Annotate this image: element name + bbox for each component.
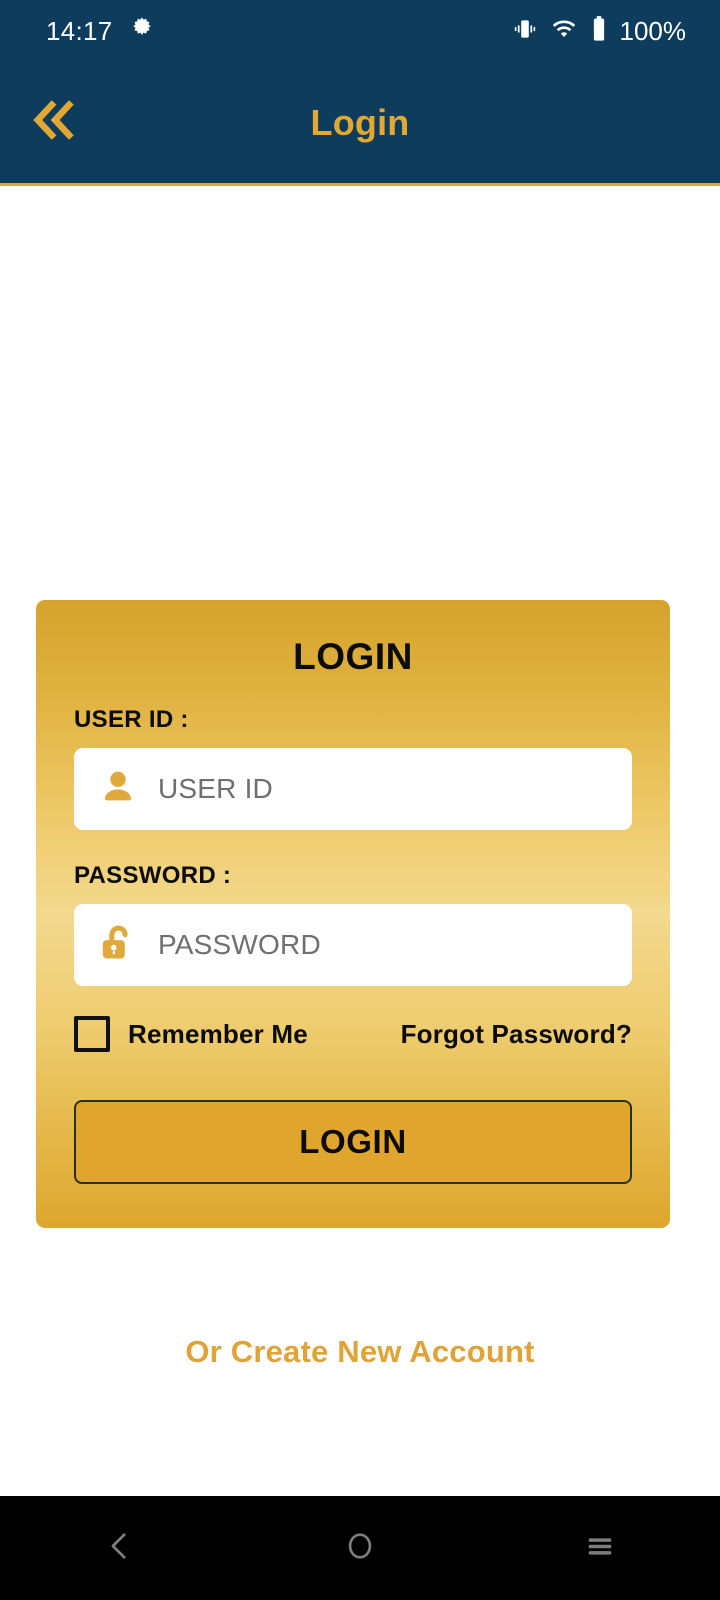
login-options-row: Remember Me Forgot Password? xyxy=(74,1016,632,1052)
page-content: LOGIN USER ID : USER ID PASSWORD : PASSW… xyxy=(0,186,720,1496)
userid-label: USER ID : xyxy=(74,706,189,733)
unlocked-padlock-icon xyxy=(98,922,138,969)
status-bar-clock: 14:17 xyxy=(46,15,113,46)
nav-home-button[interactable] xyxy=(300,1496,420,1600)
wifi-icon xyxy=(550,16,578,47)
gear-icon xyxy=(129,16,155,47)
login-submit-label: LOGIN xyxy=(299,1123,407,1160)
app-header: Login xyxy=(0,62,720,186)
chevron-left-icon xyxy=(103,1529,137,1568)
status-bar-right: 100% xyxy=(512,15,687,48)
android-nav-bar xyxy=(0,1496,720,1600)
login-submit-button[interactable]: LOGIN xyxy=(74,1100,632,1184)
back-button[interactable] xyxy=(22,91,86,155)
password-placeholder: PASSWORD xyxy=(158,929,321,960)
login-card: LOGIN USER ID : USER ID PASSWORD : PASSW… xyxy=(36,600,670,1228)
login-card-title: LOGIN xyxy=(293,636,413,677)
remember-me-toggle[interactable]: Remember Me xyxy=(74,1016,308,1052)
nav-back-button[interactable] xyxy=(60,1496,180,1600)
status-bar: 14:17 100% xyxy=(0,0,720,62)
vibrate-icon xyxy=(512,16,538,47)
remember-me-label: Remember Me xyxy=(128,1018,308,1049)
hamburger-recents-icon xyxy=(583,1529,617,1568)
user-icon xyxy=(98,767,138,812)
battery-percent: 100% xyxy=(619,15,687,46)
password-input[interactable]: PASSWORD xyxy=(74,904,632,986)
userid-input[interactable]: USER ID xyxy=(74,748,632,830)
nav-recents-button[interactable] xyxy=(540,1496,660,1600)
circle-home-icon xyxy=(343,1529,377,1568)
remember-me-checkbox[interactable] xyxy=(74,1016,110,1052)
status-bar-left: 14:17 xyxy=(46,16,155,47)
userid-placeholder: USER ID xyxy=(158,773,273,804)
phone-screen: 14:17 100% Login LOGIN USER ID: USER ID… xyxy=(0,0,720,1600)
password-label: PASSWORD : xyxy=(74,862,232,889)
create-account-link[interactable]: Or Create New Account xyxy=(0,1334,720,1370)
battery-icon xyxy=(590,15,608,48)
double-chevron-left-icon xyxy=(28,94,80,151)
field-spacer xyxy=(74,830,632,862)
forgot-password-link[interactable]: Forgot Password? xyxy=(401,1019,632,1050)
page-title: Login xyxy=(310,101,410,143)
